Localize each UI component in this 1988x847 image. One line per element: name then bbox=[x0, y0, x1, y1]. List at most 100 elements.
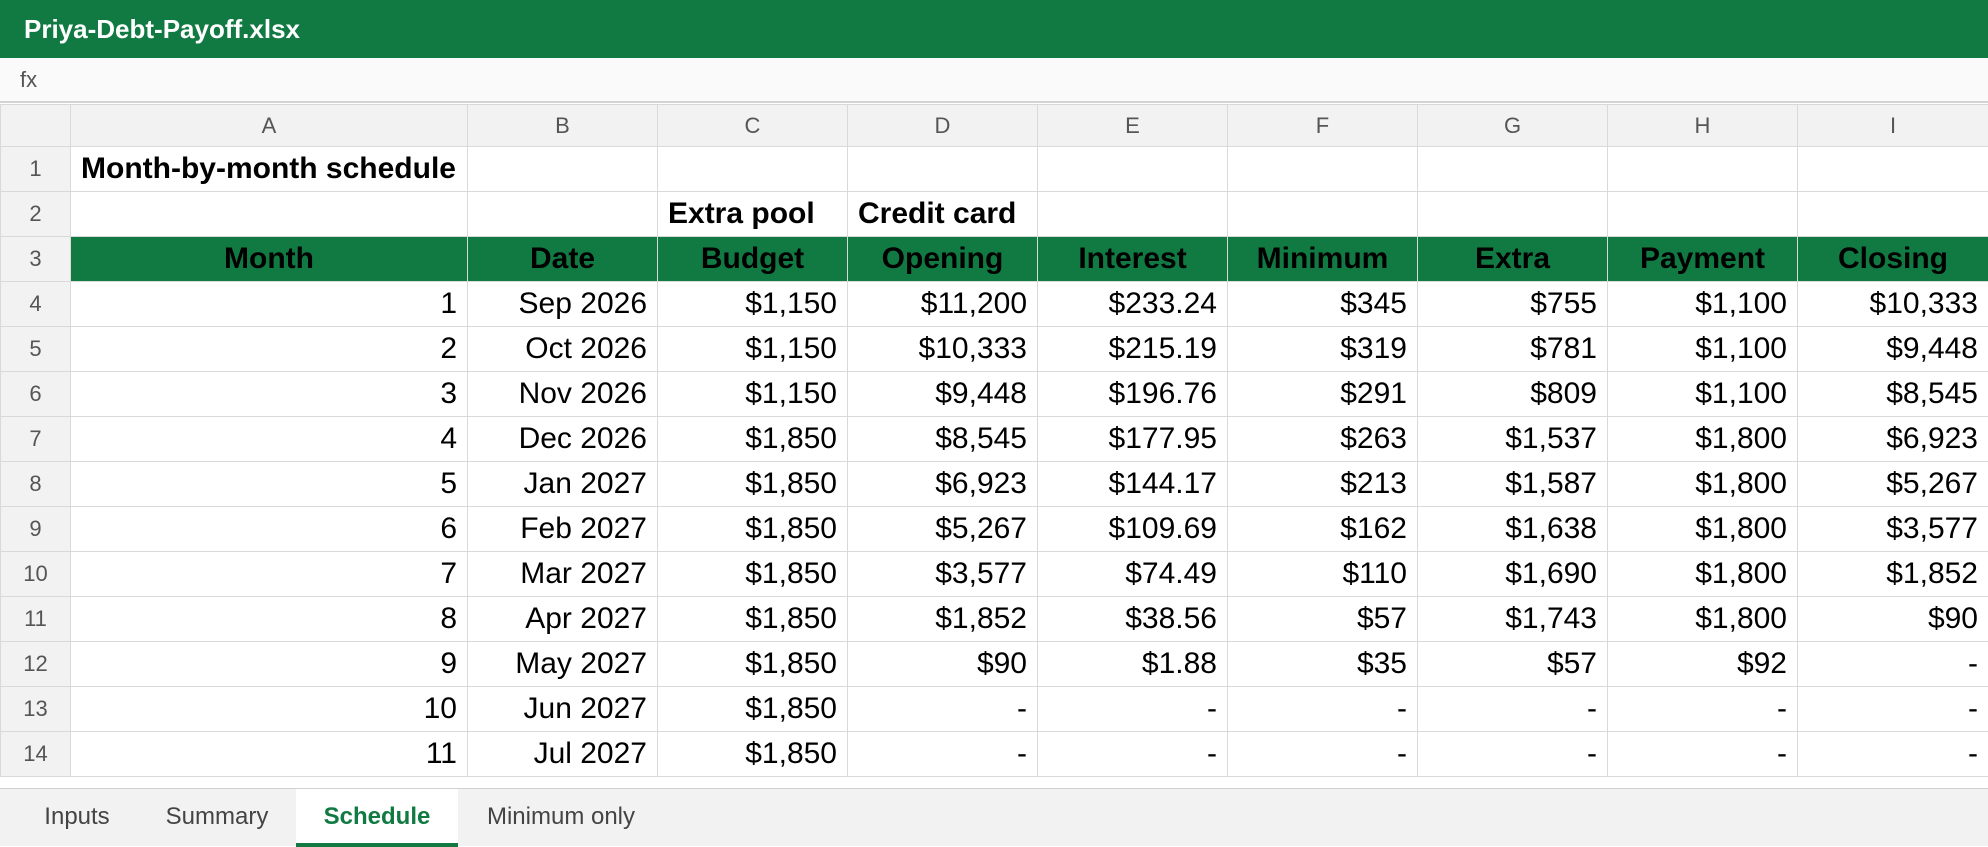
cell-interest[interactable]: $38.56 bbox=[1038, 597, 1228, 642]
column-header-a[interactable]: A bbox=[71, 105, 468, 147]
header-cell-closing[interactable]: Closing bbox=[1798, 237, 1988, 282]
cell[interactable] bbox=[1038, 147, 1228, 192]
cell-opening[interactable]: $1,852 bbox=[848, 597, 1038, 642]
cell-budget[interactable]: $1,850 bbox=[658, 732, 848, 777]
cell-date[interactable]: Feb 2027 bbox=[468, 507, 658, 552]
cell-closing[interactable]: - bbox=[1798, 732, 1988, 777]
cell-payment[interactable]: $1,100 bbox=[1608, 372, 1798, 417]
cell[interactable] bbox=[1608, 192, 1798, 237]
header-cell-date[interactable]: Date bbox=[468, 237, 658, 282]
spreadsheet-grid[interactable]: A B C D E F G H I 1 Month-by-month sched… bbox=[0, 104, 1988, 788]
select-all-corner[interactable] bbox=[1, 105, 71, 147]
cell-opening[interactable]: - bbox=[848, 732, 1038, 777]
header-cell-month[interactable]: Month bbox=[71, 237, 468, 282]
cell-budget[interactable]: $1,850 bbox=[658, 687, 848, 732]
cell-minimum[interactable]: - bbox=[1228, 732, 1418, 777]
tab-schedule[interactable]: Schedule bbox=[296, 789, 458, 847]
cell[interactable] bbox=[1038, 192, 1228, 237]
cell-budget[interactable]: $1,850 bbox=[658, 642, 848, 687]
cell-opening[interactable]: $5,267 bbox=[848, 507, 1038, 552]
cell-budget[interactable]: $1,850 bbox=[658, 507, 848, 552]
cell-month[interactable]: 7 bbox=[71, 552, 468, 597]
column-header-d[interactable]: D bbox=[848, 105, 1038, 147]
cell-payment[interactable]: $1,800 bbox=[1608, 597, 1798, 642]
cell-extra[interactable]: $809 bbox=[1418, 372, 1608, 417]
cell[interactable] bbox=[848, 147, 1038, 192]
cell[interactable] bbox=[468, 192, 658, 237]
cell-opening[interactable]: $90 bbox=[848, 642, 1038, 687]
header-cell-budget[interactable]: Budget bbox=[658, 237, 848, 282]
cell-month[interactable]: 3 bbox=[71, 372, 468, 417]
header-cell-interest[interactable]: Interest bbox=[1038, 237, 1228, 282]
row-number[interactable]: 11 bbox=[1, 597, 71, 642]
cell-minimum[interactable]: $345 bbox=[1228, 282, 1418, 327]
cell-month[interactable]: 2 bbox=[71, 327, 468, 372]
cell-extra[interactable]: $1,638 bbox=[1418, 507, 1608, 552]
cell-payment[interactable]: $1,800 bbox=[1608, 507, 1798, 552]
cell-extra[interactable]: $57 bbox=[1418, 642, 1608, 687]
cell-extra[interactable]: $755 bbox=[1418, 282, 1608, 327]
cell-minimum[interactable]: $291 bbox=[1228, 372, 1418, 417]
cell[interactable] bbox=[1418, 147, 1608, 192]
row-number[interactable]: 12 bbox=[1, 642, 71, 687]
cell-minimum[interactable]: - bbox=[1228, 687, 1418, 732]
column-header-f[interactable]: F bbox=[1228, 105, 1418, 147]
cell-extra[interactable]: $1,537 bbox=[1418, 417, 1608, 462]
column-header-c[interactable]: C bbox=[658, 105, 848, 147]
cell-date[interactable]: Mar 2027 bbox=[468, 552, 658, 597]
cell-interest[interactable]: $74.49 bbox=[1038, 552, 1228, 597]
cell-payment[interactable]: - bbox=[1608, 732, 1798, 777]
cell[interactable] bbox=[1798, 147, 1988, 192]
cell-minimum[interactable]: $263 bbox=[1228, 417, 1418, 462]
cell-date[interactable]: Sep 2026 bbox=[468, 282, 658, 327]
cell-opening[interactable]: $8,545 bbox=[848, 417, 1038, 462]
cell-date[interactable]: Apr 2027 bbox=[468, 597, 658, 642]
column-header-i[interactable]: I bbox=[1798, 105, 1988, 147]
header-cell-opening[interactable]: Opening bbox=[848, 237, 1038, 282]
cell-closing[interactable]: - bbox=[1798, 642, 1988, 687]
cell-payment[interactable]: $1,800 bbox=[1608, 552, 1798, 597]
cell-opening[interactable]: $3,577 bbox=[848, 552, 1038, 597]
column-header-b[interactable]: B bbox=[468, 105, 658, 147]
tab-summary[interactable]: Summary bbox=[144, 789, 290, 847]
row-number[interactable]: 2 bbox=[1, 192, 71, 237]
cell-date[interactable]: Oct 2026 bbox=[468, 327, 658, 372]
header-cell-minimum[interactable]: Minimum bbox=[1228, 237, 1418, 282]
cell-payment[interactable]: $1,100 bbox=[1608, 282, 1798, 327]
row-number[interactable]: 6 bbox=[1, 372, 71, 417]
row-number[interactable]: 13 bbox=[1, 687, 71, 732]
cell-minimum[interactable]: $57 bbox=[1228, 597, 1418, 642]
cell-date[interactable]: Nov 2026 bbox=[468, 372, 658, 417]
cell-month[interactable]: 9 bbox=[71, 642, 468, 687]
cell-budget[interactable]: $1,850 bbox=[658, 597, 848, 642]
cell-closing[interactable]: $8,545 bbox=[1798, 372, 1988, 417]
cell-budget[interactable]: $1,150 bbox=[658, 372, 848, 417]
cell-payment[interactable]: - bbox=[1608, 687, 1798, 732]
cell-interest[interactable]: $177.95 bbox=[1038, 417, 1228, 462]
cell-closing[interactable]: $9,448 bbox=[1798, 327, 1988, 372]
cell-interest[interactable]: - bbox=[1038, 732, 1228, 777]
cell-payment[interactable]: $1,100 bbox=[1608, 327, 1798, 372]
cell-closing[interactable]: $5,267 bbox=[1798, 462, 1988, 507]
cell-closing[interactable]: $6,923 bbox=[1798, 417, 1988, 462]
cell-extra[interactable]: - bbox=[1418, 732, 1608, 777]
cell-payment[interactable]: $1,800 bbox=[1608, 462, 1798, 507]
row-number[interactable]: 5 bbox=[1, 327, 71, 372]
cell-interest[interactable]: $109.69 bbox=[1038, 507, 1228, 552]
cell-budget[interactable]: $1,150 bbox=[658, 327, 848, 372]
header-cell-extra[interactable]: Extra bbox=[1418, 237, 1608, 282]
cell-extra[interactable]: $781 bbox=[1418, 327, 1608, 372]
group-header-credit-card[interactable]: Credit card bbox=[848, 192, 1038, 237]
cell-month[interactable]: 6 bbox=[71, 507, 468, 552]
cell-budget[interactable]: $1,150 bbox=[658, 282, 848, 327]
cell-opening[interactable]: $6,923 bbox=[848, 462, 1038, 507]
cell-opening[interactable]: $9,448 bbox=[848, 372, 1038, 417]
tab-inputs[interactable]: Inputs bbox=[20, 789, 134, 847]
cell-month[interactable]: 5 bbox=[71, 462, 468, 507]
sheet-title-cell[interactable]: Month-by-month schedule bbox=[71, 147, 468, 192]
cell-closing[interactable]: $3,577 bbox=[1798, 507, 1988, 552]
cell-month[interactable]: 1 bbox=[71, 282, 468, 327]
cell-opening[interactable]: $10,333 bbox=[848, 327, 1038, 372]
cell-date[interactable]: Jul 2027 bbox=[468, 732, 658, 777]
row-number[interactable]: 14 bbox=[1, 732, 71, 777]
